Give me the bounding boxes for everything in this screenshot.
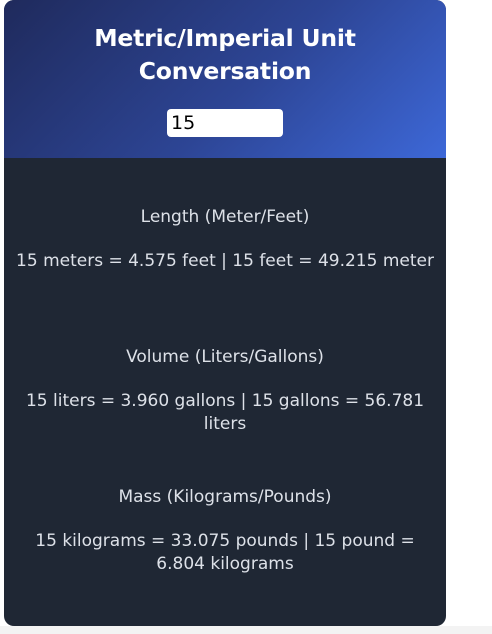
- volume-section: Volume (Liters/Gallons) 15 liters = 3.96…: [4, 346, 446, 436]
- converter-header: Metric/Imperial Unit Conversation: [4, 0, 446, 158]
- mass-section: Mass (Kilograms/Pounds) 15 kilograms = 3…: [4, 486, 446, 576]
- length-result: 15 meters = 4.575 feet | 15 feet = 49.21…: [16, 251, 434, 271]
- page-bottom-strip: [0, 626, 492, 634]
- mass-heading: Mass (Kilograms/Pounds): [118, 487, 332, 507]
- volume-heading: Volume (Liters/Gallons): [126, 347, 324, 367]
- title-line-1: Metric/Imperial Unit: [94, 24, 356, 52]
- volume-result: 15 liters = 3.960 gallons | 15 gallons =…: [25, 391, 425, 434]
- page-title: Metric/Imperial Unit Conversation: [4, 0, 446, 88]
- converter-card: Metric/Imperial Unit Conversation Length…: [4, 0, 446, 626]
- value-input[interactable]: [167, 109, 283, 137]
- length-section: Length (Meter/Feet) 15 meters = 4.575 fe…: [4, 206, 446, 273]
- length-heading: Length (Meter/Feet): [140, 207, 310, 227]
- mass-result: 15 kilograms = 33.075 pounds | 15 pound …: [35, 531, 415, 574]
- title-line-2: Conversation: [138, 57, 312, 85]
